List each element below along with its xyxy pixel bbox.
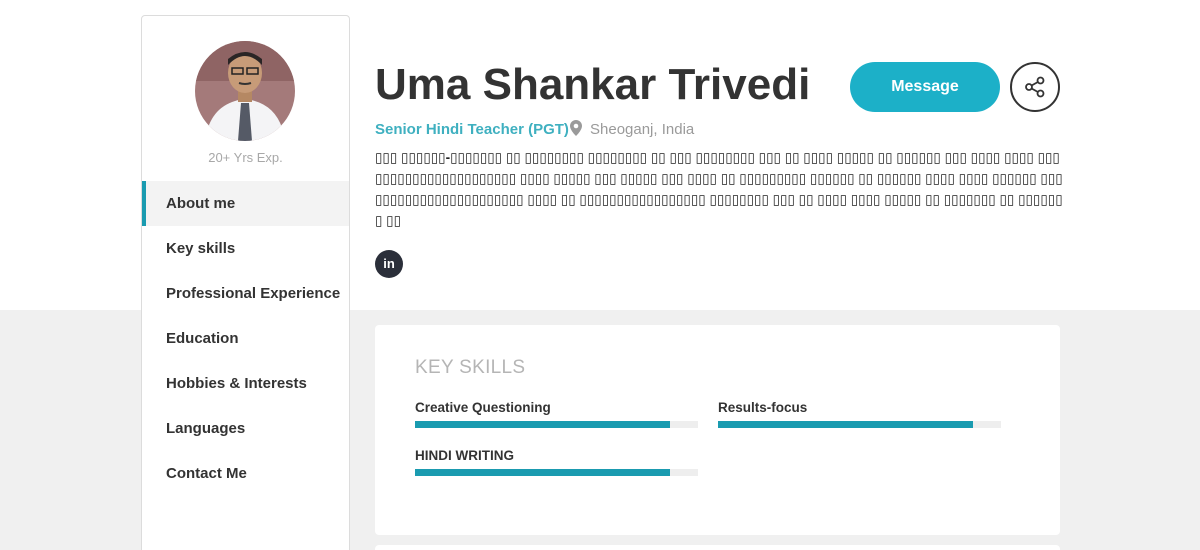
- sidebar-nav: About me Key skills Professional Experie…: [142, 181, 349, 496]
- profile-name: Uma Shankar Trivedi: [375, 60, 811, 109]
- share-button[interactable]: [1010, 62, 1060, 112]
- key-skills-title: KEY SKILLS: [415, 357, 526, 378]
- key-skills-card: KEY SKILLS Creative Questioning Results-…: [375, 325, 1060, 535]
- skill-bar: [415, 469, 698, 476]
- skill-bar-fill: [718, 421, 973, 428]
- profile-role: Senior Hindi Teacher (PGT): [375, 121, 569, 138]
- sidebar-item-contact-me[interactable]: Contact Me: [142, 451, 349, 496]
- sidebar-item-key-skills[interactable]: Key skills: [142, 226, 349, 271]
- sidebar-item-about-me[interactable]: About me: [142, 181, 349, 226]
- skill-item: Creative Questioning: [415, 400, 698, 428]
- avatar: [195, 41, 295, 141]
- skill-bar: [415, 421, 698, 428]
- skill-name: Results-focus: [718, 400, 808, 415]
- skill-bar-fill: [415, 469, 670, 476]
- skill-name: Creative Questioning: [415, 400, 551, 415]
- skill-item: Results-focus: [718, 400, 1001, 428]
- sidebar-item-languages[interactable]: Languages: [142, 406, 349, 451]
- profile-bio: ▯▯▯ ▯▯▯▯▯▯-▯▯▯▯▯▯▯ ▯▯ ▯▯▯▯▯▯▯▯ ▯▯▯▯▯▯▯▯ …: [375, 150, 1063, 228]
- skill-bar: [718, 421, 1001, 428]
- share-icon: [1025, 76, 1045, 98]
- sidebar-item-education[interactable]: Education: [142, 316, 349, 361]
- linkedin-icon[interactable]: in: [375, 250, 403, 278]
- skill-item: HINDI WRITING: [415, 448, 698, 476]
- sidebar-item-hobbies-interests[interactable]: Hobbies & Interests: [142, 361, 349, 406]
- experience-label: 20+ Yrs Exp.: [208, 150, 283, 165]
- sidebar-item-professional-experience[interactable]: Professional Experience: [142, 271, 349, 316]
- skill-name: HINDI WRITING: [415, 448, 514, 463]
- skill-bar-fill: [415, 421, 670, 428]
- next-section-card: [375, 545, 1060, 550]
- sidebar: 20+ Yrs Exp. About me Key skills Profess…: [141, 15, 350, 550]
- profile-location: Sheoganj, India: [590, 121, 695, 138]
- message-button[interactable]: Message: [850, 62, 1000, 112]
- location-pin-icon: [570, 120, 582, 141]
